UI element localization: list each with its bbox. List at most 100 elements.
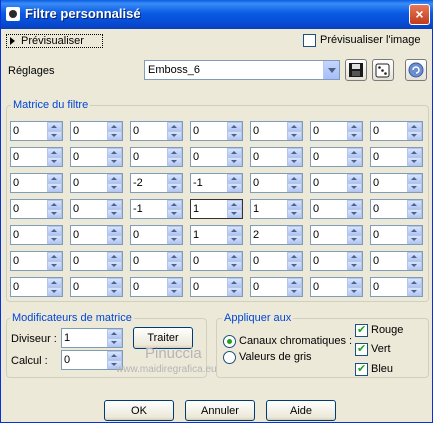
matrix-cell-spin-buttons[interactable] <box>47 278 62 296</box>
matrix-cell[interactable]: 0 <box>250 147 303 167</box>
spin-up-icon[interactable] <box>227 226 242 235</box>
spin-down-icon[interactable] <box>227 261 242 270</box>
spin-up-icon[interactable] <box>47 122 62 131</box>
divisor-spinner[interactable]: 1 <box>61 328 123 348</box>
spin-up-icon[interactable] <box>287 174 302 183</box>
matrix-cell-spin-buttons[interactable] <box>287 148 302 166</box>
matrix-cell-spin-buttons[interactable] <box>227 122 242 140</box>
spin-down-icon[interactable] <box>47 157 62 166</box>
chevron-down-icon[interactable] <box>323 61 339 79</box>
spin-up-icon[interactable] <box>227 200 242 209</box>
spin-down-icon[interactable] <box>167 157 182 166</box>
matrix-cell-spin-buttons[interactable] <box>107 122 122 140</box>
matrix-cell-spin-buttons[interactable] <box>287 200 302 218</box>
matrix-cell[interactable]: 0 <box>370 121 423 141</box>
spin-down-icon[interactable] <box>227 183 242 192</box>
spin-down-icon[interactable] <box>407 235 422 244</box>
matrix-cell[interactable]: 0 <box>370 251 423 271</box>
spin-up-icon[interactable] <box>167 174 182 183</box>
green-channel-checkbox[interactable] <box>355 342 368 356</box>
matrix-cell[interactable]: 0 <box>10 147 63 167</box>
spin-up-icon[interactable] <box>167 226 182 235</box>
matrix-cell-spin-buttons[interactable] <box>47 252 62 270</box>
matrix-cell-spin-buttons[interactable] <box>347 200 362 218</box>
spin-down-icon[interactable] <box>167 287 182 296</box>
spin-down-icon[interactable] <box>47 235 62 244</box>
spin-up-icon[interactable] <box>107 122 122 131</box>
spin-up-icon[interactable] <box>167 278 182 287</box>
help-button[interactable]: Aide <box>266 400 336 421</box>
matrix-cell[interactable]: 0 <box>310 121 363 141</box>
matrix-cell-spin-buttons[interactable] <box>347 148 362 166</box>
spin-up-icon[interactable] <box>287 122 302 131</box>
matrix-cell-spin-buttons[interactable] <box>47 200 62 218</box>
matrix-cell[interactable]: 0 <box>190 251 243 271</box>
spin-up-icon[interactable] <box>347 122 362 131</box>
matrix-cell[interactable]: 0 <box>70 277 123 297</box>
spin-up-icon[interactable] <box>407 174 422 183</box>
matrix-cell[interactable]: 0 <box>70 173 123 193</box>
matrix-cell-spin-buttons[interactable] <box>347 278 362 296</box>
matrix-cell[interactable]: -1 <box>130 199 183 219</box>
spin-down-icon[interactable] <box>107 287 122 296</box>
spin-up-icon[interactable] <box>47 278 62 287</box>
spin-down-icon[interactable] <box>407 131 422 140</box>
matrix-cell[interactable]: 0 <box>310 199 363 219</box>
spin-up-icon[interactable] <box>107 200 122 209</box>
matrix-cell[interactable]: 0 <box>370 277 423 297</box>
spin-up-icon[interactable] <box>227 278 242 287</box>
spin-up-icon[interactable] <box>47 174 62 183</box>
spin-up-icon[interactable] <box>227 148 242 157</box>
matrix-cell[interactable]: 0 <box>70 225 123 245</box>
spin-up-icon[interactable] <box>167 252 182 261</box>
randomize-button[interactable] <box>372 59 394 81</box>
matrix-cell[interactable]: -2 <box>130 173 183 193</box>
matrix-cell-spin-buttons[interactable] <box>227 226 242 244</box>
spin-up-icon[interactable] <box>347 252 362 261</box>
close-button[interactable]: × <box>409 4 430 25</box>
spin-up-icon[interactable] <box>107 226 122 235</box>
spin-down-icon[interactable] <box>347 131 362 140</box>
matrix-cell-spin-buttons[interactable] <box>167 200 182 218</box>
cancel-button[interactable]: Annuler <box>185 400 255 421</box>
matrix-cell[interactable]: 0 <box>70 121 123 141</box>
spin-up-icon[interactable] <box>107 329 122 338</box>
spin-down-icon[interactable] <box>107 235 122 244</box>
spin-down-icon[interactable] <box>287 209 302 218</box>
matrix-cell[interactable]: 0 <box>10 251 63 271</box>
matrix-cell-spin-buttons[interactable] <box>407 122 422 140</box>
spin-up-icon[interactable] <box>47 200 62 209</box>
matrix-cell-spin-buttons[interactable] <box>407 226 422 244</box>
matrix-cell[interactable]: 0 <box>10 121 63 141</box>
matrix-cell[interactable]: 0 <box>370 199 423 219</box>
matrix-cell[interactable]: 0 <box>130 251 183 271</box>
matrix-cell-spin-buttons[interactable] <box>107 148 122 166</box>
matrix-cell-spin-buttons[interactable] <box>167 174 182 192</box>
spin-up-icon[interactable] <box>407 122 422 131</box>
spin-down-icon[interactable] <box>227 157 242 166</box>
matrix-cell-spin-buttons[interactable] <box>287 252 302 270</box>
spin-down-icon[interactable] <box>47 209 62 218</box>
save-preset-button[interactable] <box>345 59 367 81</box>
matrix-cell[interactable]: 0 <box>370 147 423 167</box>
matrix-cell[interactable]: 0 <box>370 173 423 193</box>
spin-down-icon[interactable] <box>347 287 362 296</box>
preview-button[interactable]: Prévisualiser <box>6 34 103 48</box>
spin-down-icon[interactable] <box>107 209 122 218</box>
spin-up-icon[interactable] <box>47 252 62 261</box>
spin-down-icon[interactable] <box>107 261 122 270</box>
spin-down-icon[interactable] <box>167 235 182 244</box>
matrix-cell[interactable]: 0 <box>250 251 303 271</box>
blue-channel-checkbox[interactable] <box>355 362 368 376</box>
spin-up-icon[interactable] <box>227 252 242 261</box>
matrix-cell-spin-buttons[interactable] <box>227 174 242 192</box>
matrix-cell[interactable]: 0 <box>250 277 303 297</box>
matrix-cell[interactable]: 0 <box>310 173 363 193</box>
spin-up-icon[interactable] <box>407 148 422 157</box>
matrix-cell-spin-buttons[interactable] <box>407 148 422 166</box>
matrix-cell[interactable]: 0 <box>130 121 183 141</box>
spin-up-icon[interactable] <box>167 200 182 209</box>
matrix-cell-spin-buttons[interactable] <box>167 226 182 244</box>
spin-up-icon[interactable] <box>287 226 302 235</box>
spin-up-icon[interactable] <box>287 200 302 209</box>
